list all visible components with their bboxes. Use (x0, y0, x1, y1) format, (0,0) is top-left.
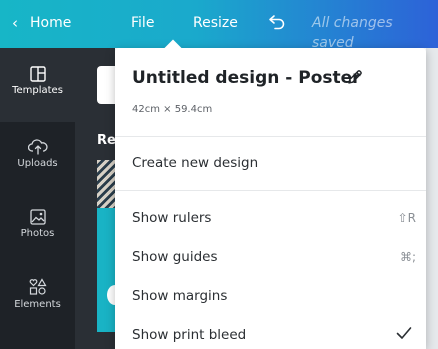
home-link[interactable]: Home (30, 13, 71, 33)
search-input[interactable] (97, 66, 115, 104)
canvas-area (426, 48, 438, 349)
template-thumbnail[interactable] (97, 160, 115, 332)
sidebar-item-elements[interactable]: Elements (0, 278, 75, 311)
file-menu-button[interactable]: File (131, 13, 154, 33)
design-dimensions: 42cm × 59.4cm (132, 104, 213, 115)
sidebar-item-label: Templates (12, 85, 63, 96)
menu-item-show-print-bleed[interactable]: Show print bleed (132, 327, 246, 343)
shortcut-show-guides: ⌘; (399, 250, 416, 264)
sidebar-item-templates[interactable]: Templates (0, 66, 75, 97)
save-status: All changes saved (312, 15, 393, 51)
photo-icon (29, 209, 46, 225)
file-dropdown-menu: Untitled design - Poster 42cm × 59.4cm C… (115, 39, 426, 349)
menu-divider (115, 136, 426, 137)
menu-item-show-guides[interactable]: Show guides (132, 249, 218, 265)
thumbnail-pattern (97, 160, 115, 208)
resize-button[interactable]: Resize (193, 13, 238, 33)
top-bar: ‹ Home File Resize All changes saved (0, 0, 438, 51)
sidebar-item-label: Elements (14, 299, 61, 310)
cloud-upload-icon (27, 139, 48, 155)
templates-icon (29, 66, 46, 82)
menu-divider (115, 190, 426, 191)
menu-item-show-rulers[interactable]: Show rulers (132, 210, 211, 226)
menu-item-show-margins[interactable]: Show margins (132, 288, 227, 304)
checkmark-icon (396, 327, 412, 339)
shapes-icon (29, 278, 47, 295)
shortcut-show-rulers: ⇧R (397, 211, 416, 225)
design-title[interactable]: Untitled design - Poster (132, 68, 361, 88)
undo-icon[interactable] (268, 12, 286, 30)
thumbnail-shape (107, 285, 115, 305)
pencil-icon[interactable] (346, 68, 364, 86)
left-sidebar: Templates Uploads Photos Elements (0, 48, 75, 349)
panel-section-label: Re (97, 133, 116, 148)
chevron-left-icon[interactable]: ‹ (12, 13, 18, 33)
sidebar-item-label: Uploads (17, 158, 58, 169)
menu-item-create-new-design[interactable]: Create new design (132, 155, 258, 171)
sidebar-item-label: Photos (20, 228, 55, 239)
sidebar-item-photos[interactable]: Photos (0, 209, 75, 240)
sidebar-item-uploads[interactable]: Uploads (0, 139, 75, 170)
